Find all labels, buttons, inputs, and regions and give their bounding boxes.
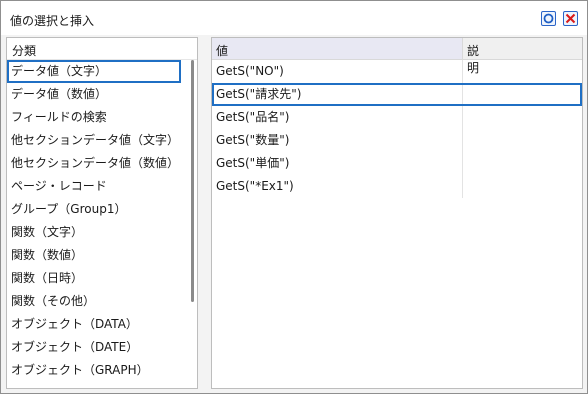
dialog-window: 値の選択と挿入 分類 データ値（文字） データ値（数値） フィールドの検索 他セクショ… [0,0,588,394]
value-grid-panel: 値 説明 GetS("NO") GetS("請求先") GetS("品名") GetS… [211,37,583,389]
title-bar: 値の選択と挿入 [1,1,587,35]
category-item[interactable]: 他セクションデータ値（数値） [7,152,185,175]
category-item[interactable]: データ値（数値） [7,83,185,106]
value-row[interactable]: GetS("請求先") [212,83,582,106]
value-cell: GetS("品名") [216,110,290,124]
value-row[interactable]: GetS("*Ex1") [212,175,582,198]
description-cell [462,129,463,152]
value-cell: GetS("数量") [216,133,290,147]
circle-icon [543,13,554,24]
category-item[interactable]: オブジェクト（DATA） [7,313,185,336]
category-item[interactable]: グループ（Group1） [7,198,185,221]
category-header-label: 分類 [12,44,37,58]
description-cell [462,175,463,198]
dialog-title: 値の選択と挿入 [10,14,95,28]
category-item[interactable]: 関数（日時） [7,267,185,290]
category-item[interactable]: 関数（その他） [7,290,185,313]
category-item[interactable]: 関数（数値） [7,244,185,267]
value-row[interactable]: GetS("品名") [212,106,582,129]
close-button[interactable] [563,11,578,26]
category-list-panel: 分類 データ値（文字） データ値（数値） フィールドの検索 他セクションデータ値（文字… [6,37,198,389]
description-cell [462,106,463,129]
value-row[interactable]: GetS("NO") [212,60,582,83]
ok-button[interactable] [541,11,556,26]
value-grid-header: 値 説明 [212,38,582,75]
category-item[interactable]: オブジェクト（GRAPH） [7,359,185,382]
value-cell: GetS("*Ex1") [216,179,294,193]
value-cell: GetS("NO") [216,64,284,78]
value-row[interactable]: GetS("数量") [212,129,582,152]
category-item[interactable]: ページ・レコード [7,175,185,198]
value-row[interactable]: GetS("単価") [212,152,582,175]
x-icon [565,13,576,24]
category-scrollbar[interactable] [191,60,194,302]
category-item[interactable]: 関数（文字） [7,221,185,244]
category-item[interactable]: データ値（文字） [7,60,181,83]
value-cell: GetS("単価") [216,156,290,170]
value-grid-rows: GetS("NO") GetS("請求先") GetS("品名") GetS("数量"… [212,60,582,198]
category-item[interactable]: フィールドの検索 [7,106,185,129]
category-item[interactable]: 他セクションデータ値（文字） [7,129,185,152]
category-list-header: 分類 [7,38,197,60]
value-cell: GetS("請求先") [216,87,302,101]
category-list: データ値（文字） データ値（数値） フィールドの検索 他セクションデータ値（文字） 他セ… [7,60,185,382]
description-cell [462,85,463,104]
value-column-header[interactable]: 値 [212,38,463,59]
description-cell [462,152,463,175]
description-cell [462,60,463,83]
category-item[interactable]: オブジェクト（DATE） [7,336,185,359]
value-column-label: 値 [216,44,229,58]
